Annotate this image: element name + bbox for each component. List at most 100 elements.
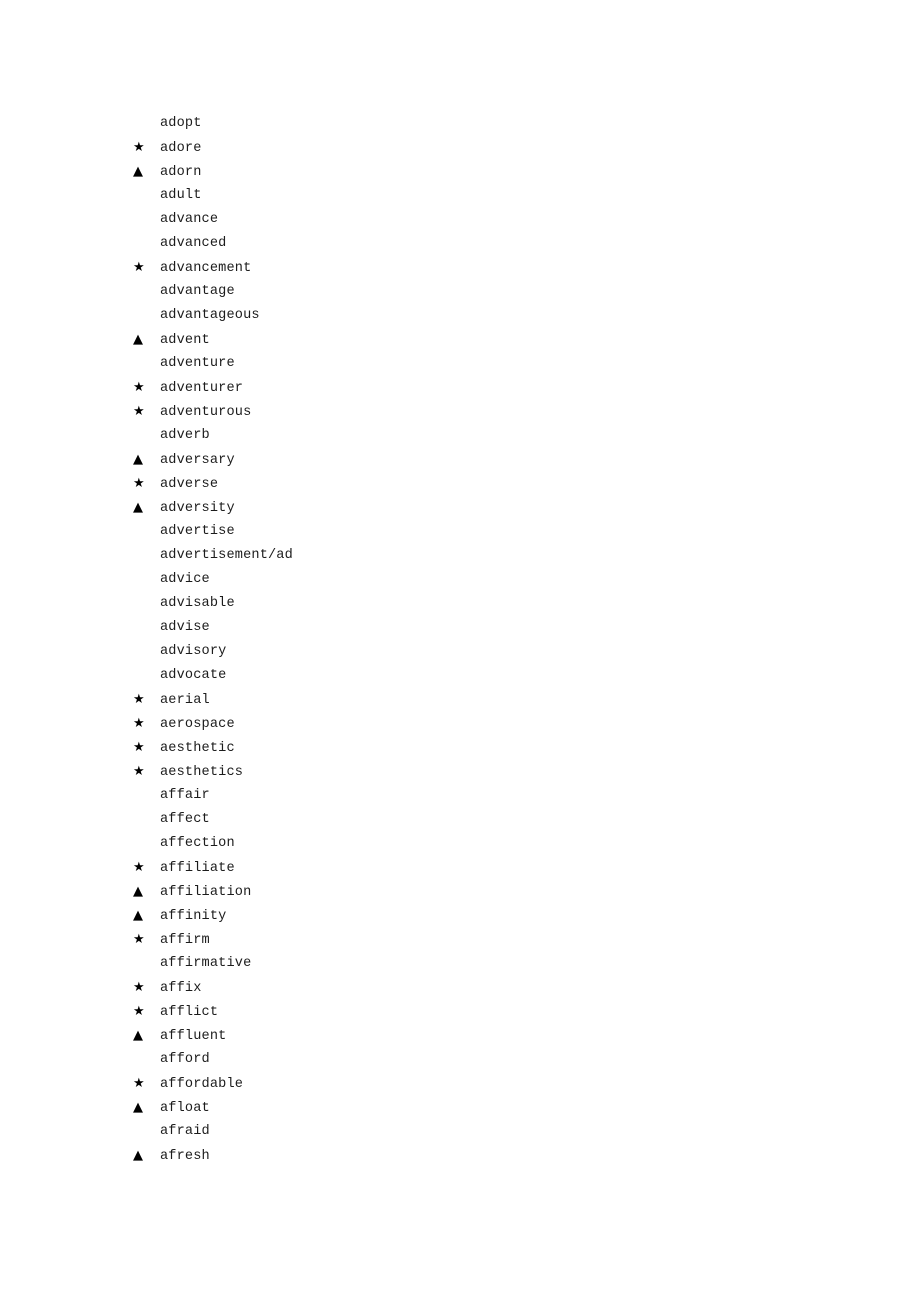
word-label: affiliate <box>160 861 235 876</box>
word-label: affect <box>160 812 210 827</box>
word-label: advisory <box>160 644 227 659</box>
star-icon: ★ <box>133 716 145 731</box>
word-label: aerospace <box>160 717 235 732</box>
word-label: advancement <box>160 261 252 276</box>
word-label: adore <box>160 141 202 156</box>
word-list-item[interactable]: ★ afflict <box>0 1000 920 1024</box>
star-icon: ★ <box>133 1076 145 1091</box>
word-label: adversary <box>160 453 235 468</box>
word-label: advertise <box>160 524 235 539</box>
word-label: advance <box>160 212 219 227</box>
word-label: advocate <box>160 668 227 683</box>
word-label: advise <box>160 620 210 635</box>
word-label: aerial <box>160 693 210 708</box>
triangle-icon: ▲ <box>133 908 143 923</box>
star-icon: ★ <box>133 860 145 875</box>
word-list-item[interactable]: advantage <box>0 280 920 304</box>
word-label: aesthetic <box>160 741 235 756</box>
word-list-item[interactable]: ★ advancement <box>0 256 920 280</box>
word-label: advice <box>160 572 210 587</box>
word-list-item[interactable]: ★ adore <box>0 136 920 160</box>
word-label: adventure <box>160 356 235 371</box>
star-icon: ★ <box>133 404 145 419</box>
word-list-item[interactable]: ★ aesthetic <box>0 736 920 760</box>
word-list-item[interactable]: adopt <box>0 112 920 136</box>
word-list-item[interactable]: ★ affiliate <box>0 856 920 880</box>
triangle-icon: ▲ <box>133 1028 143 1043</box>
word-list-item[interactable]: ★ adverse <box>0 472 920 496</box>
word-list-item[interactable]: ★ aerial <box>0 688 920 712</box>
word-list-item[interactable]: advertise <box>0 520 920 544</box>
word-list-item[interactable]: ★ adventurer <box>0 376 920 400</box>
word-list-item[interactable]: ★ aerospace <box>0 712 920 736</box>
word-list-item[interactable]: ▲ afloat <box>0 1096 920 1120</box>
word-label: affiliation <box>160 885 252 900</box>
word-list-item[interactable]: advertisement/ad <box>0 544 920 568</box>
triangle-icon: ▲ <box>133 500 143 515</box>
word-list-item[interactable]: ★ affix <box>0 976 920 1000</box>
word-label: affirmative <box>160 956 252 971</box>
word-list-item[interactable]: affection <box>0 832 920 856</box>
triangle-icon: ▲ <box>133 164 143 179</box>
word-label: adventurer <box>160 381 244 396</box>
word-list-item[interactable]: ★ aesthetics <box>0 760 920 784</box>
word-list-item[interactable]: advisory <box>0 640 920 664</box>
word-list-item[interactable]: ▲ affiliation <box>0 880 920 904</box>
star-icon: ★ <box>133 764 145 779</box>
word-label: afford <box>160 1052 210 1067</box>
word-label: advisable <box>160 596 235 611</box>
triangle-icon: ▲ <box>133 332 143 347</box>
word-list-item[interactable]: adverb <box>0 424 920 448</box>
word-label: advertisement/ad <box>160 548 293 563</box>
word-list-item[interactable]: advise <box>0 616 920 640</box>
star-icon: ★ <box>133 260 145 275</box>
word-label: advantageous <box>160 308 260 323</box>
word-list-item[interactable]: ▲ adorn <box>0 160 920 184</box>
word-label: affinity <box>160 909 227 924</box>
word-list-item[interactable]: advisable <box>0 592 920 616</box>
word-list-item[interactable]: advice <box>0 568 920 592</box>
word-list-item[interactable]: ▲ afresh <box>0 1144 920 1168</box>
word-list-item[interactable]: affect <box>0 808 920 832</box>
word-label: afflict <box>160 1005 219 1020</box>
word-label: advantage <box>160 284 235 299</box>
word-list-item[interactable]: affair <box>0 784 920 808</box>
triangle-icon: ▲ <box>133 1148 143 1163</box>
word-list-item[interactable]: ▲ affluent <box>0 1024 920 1048</box>
word-list-item[interactable]: ▲ adversity <box>0 496 920 520</box>
word-label: affix <box>160 981 202 996</box>
word-list-item[interactable]: ★ affirm <box>0 928 920 952</box>
word-list-item[interactable]: advocate <box>0 664 920 688</box>
word-label: affordable <box>160 1077 244 1092</box>
word-list-item[interactable]: adventure <box>0 352 920 376</box>
word-label: affluent <box>160 1029 227 1044</box>
word-label: adult <box>160 188 202 203</box>
word-label: affection <box>160 836 235 851</box>
word-label: aesthetics <box>160 765 244 780</box>
word-list-item[interactable]: ★ adventurous <box>0 400 920 424</box>
word-list-item[interactable]: advantageous <box>0 304 920 328</box>
word-label: advanced <box>160 236 227 251</box>
word-list-item[interactable]: adult <box>0 184 920 208</box>
word-list-item[interactable]: affirmative <box>0 952 920 976</box>
triangle-icon: ▲ <box>133 1100 143 1115</box>
word-label: adventurous <box>160 405 252 420</box>
word-label: adorn <box>160 165 202 180</box>
word-label: adopt <box>160 116 202 131</box>
word-label: afloat <box>160 1101 210 1116</box>
star-icon: ★ <box>133 692 145 707</box>
word-label: afraid <box>160 1124 210 1139</box>
word-list-item[interactable]: ▲ adversary <box>0 448 920 472</box>
word-list-item[interactable]: advanced <box>0 232 920 256</box>
word-list-item[interactable]: advance <box>0 208 920 232</box>
word-list-item[interactable]: afraid <box>0 1120 920 1144</box>
word-list-item[interactable]: afford <box>0 1048 920 1072</box>
word-list-item[interactable]: ▲ affinity <box>0 904 920 928</box>
star-icon: ★ <box>133 932 145 947</box>
word-list-item[interactable]: ▲ advent <box>0 328 920 352</box>
word-list-item[interactable]: ★ affordable <box>0 1072 920 1096</box>
triangle-icon: ▲ <box>133 452 143 467</box>
star-icon: ★ <box>133 380 145 395</box>
word-label: adverb <box>160 428 210 443</box>
star-icon: ★ <box>133 980 145 995</box>
